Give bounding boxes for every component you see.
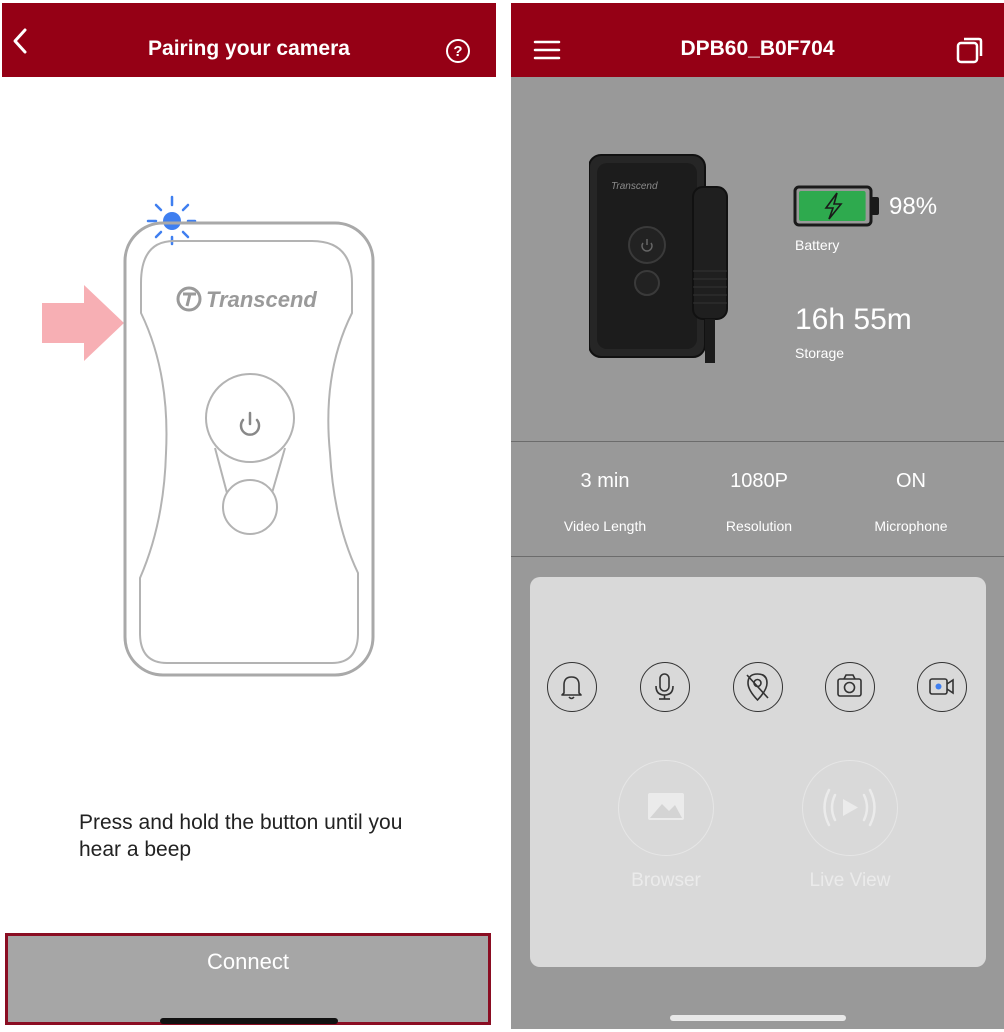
microphone-icon[interactable]: [640, 662, 690, 712]
controls-card: Browser Live View: [530, 577, 986, 967]
resolution-value: 1080P: [730, 470, 788, 492]
device-name: DPB60_B0F704: [680, 37, 835, 60]
device-brand-text: Transcend: [611, 181, 658, 192]
battery-icon: [793, 185, 879, 227]
transcend-logo: Transcend: [176, 286, 317, 312]
svg-text:?: ?: [453, 43, 462, 60]
divider: [511, 556, 1004, 557]
multi-device-icon[interactable]: [955, 35, 985, 70]
resolution-label: Resolution: [725, 518, 793, 534]
battery-label: Battery: [795, 237, 840, 253]
pairing-instruction: Press and hold the button until you hear…: [79, 811, 403, 861]
storage-value: 16h 55m: [795, 303, 912, 336]
video-record-icon[interactable]: [917, 662, 967, 712]
brand-text: Transcend: [206, 287, 317, 312]
home-indicator: [160, 1018, 338, 1024]
storage-label: Storage: [795, 345, 845, 361]
pairing-header: Pairing your camera ?: [2, 3, 496, 77]
browser-label: Browser: [631, 870, 701, 891]
device-dashboard: DPB60_B0F704 Transcend 98% Battery 16h 5…: [511, 3, 1004, 1029]
battery-percent: 98%: [889, 193, 938, 220]
microphone-label: Microphone: [874, 518, 948, 534]
location-off-icon[interactable]: [733, 662, 783, 712]
led-blink-icon: [146, 195, 197, 246]
home-indicator: [670, 1015, 846, 1021]
live-view-button[interactable]: [802, 760, 898, 856]
microphone-value: ON: [896, 470, 926, 492]
connect-button-label: Connect: [207, 949, 289, 974]
connect-button[interactable]: Connect: [5, 933, 491, 1025]
video-length-value: 3 min: [580, 470, 630, 492]
camera-pairing-illustration: Transcend: [42, 195, 375, 677]
bell-icon[interactable]: [547, 662, 597, 712]
live-view-label: Live View: [809, 870, 891, 891]
divider: [511, 441, 1004, 442]
gallery-icon: [648, 793, 684, 820]
video-length-label: Video Length: [563, 518, 647, 534]
page-title: Pairing your camera: [148, 37, 350, 60]
press-arrow-icon: [42, 285, 124, 361]
help-icon[interactable]: ?: [445, 38, 471, 69]
live-broadcast-icon: [823, 788, 876, 827]
camera-icon[interactable]: [825, 662, 875, 712]
pairing-screen: Pairing your camera ? Transcend Press an…: [2, 3, 496, 1029]
browser-button[interactable]: [618, 760, 714, 856]
bottom-bar: [511, 990, 1004, 1029]
dashboard-header: DPB60_B0F704: [511, 3, 1004, 77]
body-camera-image: Transcend: [589, 154, 728, 363]
